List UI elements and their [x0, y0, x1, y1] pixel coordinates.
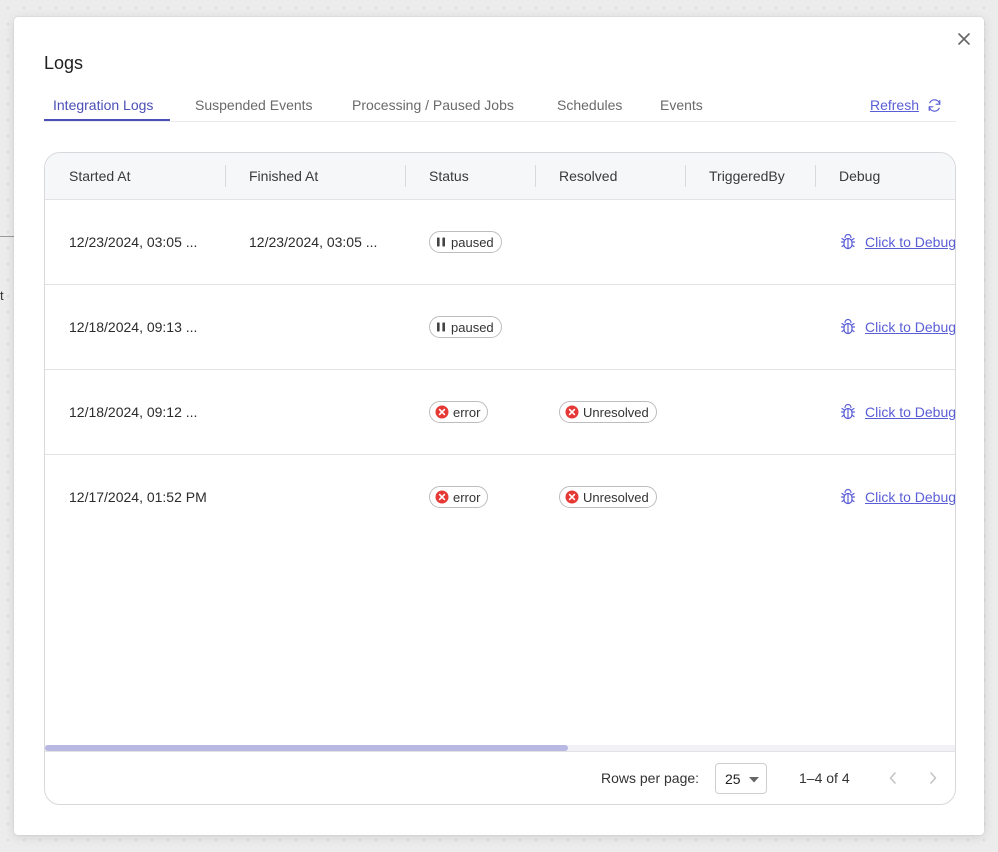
debug-label: Click to Debug [865, 319, 956, 335]
error-icon [435, 405, 449, 419]
table-pagination: Rows per page: 25 1–4 of 4 [45, 751, 955, 804]
table-header: Started At Finished At Status Resolved T… [45, 153, 955, 200]
tab-label: Schedules [557, 97, 623, 113]
background-connector-line [0, 236, 14, 237]
status-badge: error [429, 401, 489, 423]
tab-processing-paused-jobs[interactable]: Processing / Paused Jobs [352, 97, 514, 122]
tab-suspended-events[interactable]: Suspended Events [195, 97, 313, 122]
column-separator[interactable] [535, 165, 536, 187]
rows-per-page-value: 25 [725, 770, 741, 787]
table-row[interactable]: 12/18/2024, 09:13 ... paused Click to De… [45, 285, 955, 370]
tab-label: Suspended Events [195, 97, 313, 113]
debug-cell: Click to Debug [839, 285, 956, 369]
error-icon [565, 490, 579, 504]
started-at-cell: 12/18/2024, 09:12 ... [69, 404, 198, 420]
resolved-cell: Unresolved [559, 370, 657, 454]
debug-cell: Click to Debug [839, 370, 956, 454]
pause-icon [437, 237, 445, 247]
active-tab-indicator [44, 119, 170, 121]
close-button[interactable] [954, 29, 974, 49]
tab-events[interactable]: Events [660, 97, 703, 122]
logs-table: Started At Finished At Status Resolved T… [44, 152, 956, 805]
status-badge: error [429, 486, 489, 508]
status-label: paused [451, 234, 494, 250]
column-header-started-at[interactable]: Started At [69, 153, 130, 200]
resolved-label: Unresolved [583, 489, 649, 505]
column-separator[interactable] [405, 165, 406, 187]
status-label: error [453, 404, 481, 420]
next-page-button[interactable] [921, 766, 945, 790]
column-header-debug[interactable]: Debug [839, 153, 880, 200]
error-icon [435, 490, 449, 504]
resolved-badge: Unresolved [559, 401, 657, 423]
status-cell: error [429, 370, 489, 454]
tab-label: Events [660, 97, 703, 113]
debug-link[interactable]: Click to Debug [839, 318, 956, 336]
column-separator[interactable] [815, 165, 816, 187]
status-cell: error [429, 455, 489, 539]
debug-link[interactable]: Click to Debug [839, 403, 956, 421]
debug-link[interactable]: Click to Debug [839, 233, 956, 251]
pause-icon [437, 322, 445, 332]
bug-icon [840, 488, 856, 505]
resolved-label: Unresolved [583, 404, 649, 420]
status-cell: paused [429, 200, 502, 284]
background-fragment-text: t [0, 288, 4, 303]
column-header-status[interactable]: Status [429, 153, 469, 200]
table-row[interactable]: 12/18/2024, 09:12 ... error Unresolved C… [45, 370, 955, 455]
bug-icon [840, 403, 856, 420]
logs-dialog: Logs Integration Logs Suspended Events P… [14, 17, 984, 835]
debug-label: Click to Debug [865, 489, 956, 505]
rows-per-page-select[interactable]: 25 [715, 763, 767, 794]
table-row[interactable]: 12/23/2024, 03:05 ... 12/23/2024, 03:05 … [45, 200, 955, 285]
status-label: error [453, 489, 481, 505]
debug-link[interactable]: Click to Debug [839, 488, 956, 506]
tab-label: Integration Logs [53, 97, 154, 113]
column-header-triggered-by[interactable]: TriggeredBy [709, 153, 785, 200]
status-badge: paused [429, 231, 502, 253]
bug-icon [840, 318, 856, 335]
chevron-left-icon [889, 772, 896, 784]
finished-at-cell: 12/23/2024, 03:05 ... [249, 234, 378, 250]
resolved-badge: Unresolved [559, 486, 657, 508]
debug-label: Click to Debug [865, 404, 956, 420]
column-header-resolved[interactable]: Resolved [559, 153, 617, 200]
refresh-label: Refresh [869, 97, 919, 113]
caret-down-icon [749, 777, 759, 783]
column-header-finished-at[interactable]: Finished At [249, 153, 318, 200]
debug-cell: Click to Debug [839, 455, 956, 539]
rows-per-page-label: Rows per page: [601, 770, 700, 786]
close-icon [958, 33, 970, 45]
tab-label: Processing / Paused Jobs [352, 97, 514, 113]
error-icon [565, 405, 579, 419]
tab-bar: Integration Logs Suspended Events Proces… [44, 91, 956, 122]
chevron-right-icon [930, 772, 937, 784]
debug-cell: Click to Debug [839, 200, 956, 284]
debug-label: Click to Debug [865, 234, 956, 250]
previous-page-button[interactable] [881, 766, 905, 790]
pagination-range: 1–4 of 4 [799, 770, 850, 786]
dialog-title: Logs [44, 53, 84, 73]
tab-schedules[interactable]: Schedules [557, 97, 622, 122]
status-badge: paused [429, 316, 502, 338]
status-label: paused [451, 319, 494, 335]
started-at-cell: 12/18/2024, 09:13 ... [69, 319, 198, 335]
column-separator[interactable] [685, 165, 686, 187]
column-separator[interactable] [225, 165, 226, 187]
refresh-icon [928, 98, 941, 112]
status-cell: paused [429, 285, 502, 369]
started-at-cell: 12/17/2024, 01:52 PM [69, 489, 207, 505]
table-row[interactable]: 12/17/2024, 01:52 PM error Unresolved Cl… [45, 455, 955, 540]
refresh-button[interactable]: Refresh [870, 97, 942, 113]
bug-icon [840, 233, 856, 250]
resolved-cell: Unresolved [559, 455, 657, 539]
started-at-cell: 12/23/2024, 03:05 ... [69, 234, 198, 250]
